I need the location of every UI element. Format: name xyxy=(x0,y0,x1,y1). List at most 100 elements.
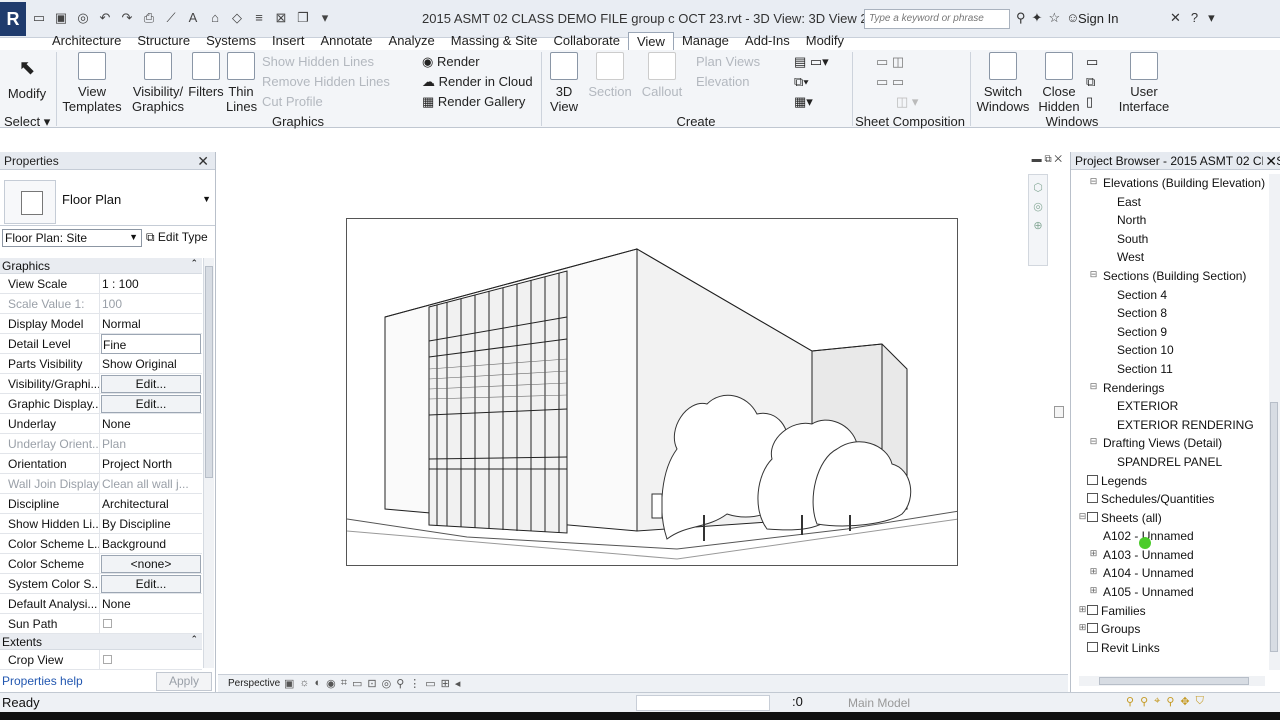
property-value[interactable]: None xyxy=(101,594,201,614)
tab-annotate[interactable]: Annotate xyxy=(312,32,380,50)
subscription-icon[interactable]: ✦ xyxy=(1032,10,1043,26)
view-templates-button[interactable]: View Templates xyxy=(60,52,124,114)
scrollbar-thumb[interactable] xyxy=(1270,402,1278,652)
tab-add-ins[interactable]: Add-Ins xyxy=(737,32,798,50)
temporary-hide-icon[interactable]: ◎ xyxy=(382,677,392,690)
property-value[interactable]: Background xyxy=(101,534,201,554)
tree-node[interactable]: ⊟ Drafting Views (Detail) xyxy=(1071,434,1269,453)
sync-icon[interactable]: ◎ xyxy=(74,10,92,26)
replicate-icon[interactable]: ▯ xyxy=(1086,94,1093,110)
navigation-bar[interactable]: ⬡ ◎ ⊕ xyxy=(1028,174,1048,266)
duplicate-view-icon[interactable]: ⧉▾ xyxy=(794,74,809,90)
property-value[interactable]: Normal xyxy=(101,314,201,334)
tree-node[interactable]: Section 10 xyxy=(1071,341,1269,360)
filter-icon[interactable]: ⛉ xyxy=(1196,695,1204,708)
switch-windows-button[interactable]: Switch Windows xyxy=(974,52,1032,114)
measure-icon[interactable]: ⟋ xyxy=(162,10,180,26)
property-edit-button[interactable]: Edit... xyxy=(101,395,201,413)
graphics-panel-label[interactable]: Graphics xyxy=(56,114,540,129)
tile-icon[interactable]: ▭ xyxy=(1086,54,1098,70)
exchange-icon[interactable]: ✕ xyxy=(1170,10,1181,26)
visual-style-icon[interactable]: ▣ xyxy=(284,677,294,690)
lock-view-icon[interactable]: ⊡ xyxy=(367,677,376,690)
tree-node[interactable]: EXTERIOR xyxy=(1071,397,1269,416)
tree-node[interactable]: Section 4 xyxy=(1071,286,1269,305)
tree-node[interactable]: ⊟ Elevations (Building Elevation) xyxy=(1071,174,1269,193)
tree-node[interactable]: A102 - Unnamed xyxy=(1071,527,1269,546)
open-icon[interactable]: ▭ xyxy=(30,10,48,26)
filters-button[interactable]: Filters xyxy=(186,52,226,99)
zoom-icon[interactable]: ⊕ xyxy=(1029,219,1047,232)
cascade-icon[interactable]: ⧉ xyxy=(1086,74,1095,90)
expand-icon[interactable]: ⊞ xyxy=(1089,586,1098,595)
collapse-icon[interactable]: ⊟ xyxy=(1089,177,1098,186)
collapse-icon[interactable]: ⊟ xyxy=(1089,381,1098,391)
thin-lines-icon[interactable]: ≡ xyxy=(250,10,268,26)
property-edit-button[interactable]: Edit... xyxy=(101,575,201,593)
render-gallery-button[interactable]: ▦ Render Gallery xyxy=(422,94,525,110)
tree-node[interactable]: North xyxy=(1071,211,1269,230)
shadows-icon[interactable]: ◐ xyxy=(315,677,322,690)
close-hidden-icon[interactable]: ⊠ xyxy=(272,10,290,26)
print-icon[interactable]: ⎙ xyxy=(140,10,158,26)
sign-in-button[interactable]: Sign In xyxy=(1078,11,1118,26)
property-value[interactable]: By Discipline xyxy=(101,514,201,534)
tree-node[interactable]: ⊞ A103 - Unnamed xyxy=(1071,546,1269,565)
help-search-input[interactable]: Type a keyword or phrase xyxy=(864,9,1010,29)
tree-node[interactable]: Section 9 xyxy=(1071,323,1269,342)
tab-systems[interactable]: Systems xyxy=(198,32,264,50)
view-window-controls[interactable]: ▬ ⧉ ✕ xyxy=(1032,154,1062,165)
apply-button[interactable]: Apply xyxy=(156,672,212,691)
application-menu-button[interactable]: R xyxy=(0,2,26,36)
constraints-icon[interactable]: ⊞ xyxy=(441,677,450,690)
tree-node[interactable]: Revit Links xyxy=(1071,639,1269,658)
render-in-cloud-button[interactable]: ☁ Render in Cloud xyxy=(422,74,533,90)
collapse-icon[interactable]: ⊟ xyxy=(1089,269,1098,279)
select-panel-dropdown[interactable]: Select ▾ xyxy=(4,114,52,130)
tab-analyze[interactable]: Analyze xyxy=(381,32,443,50)
tree-node[interactable]: Schedules/Quantities xyxy=(1071,490,1269,509)
analytical-model-icon[interactable]: ⋮ xyxy=(409,677,420,690)
thin-lines-button[interactable]: Thin Lines xyxy=(226,52,257,114)
tab-manage[interactable]: Manage xyxy=(674,32,737,50)
collapse-icon[interactable]: ⊟ xyxy=(1078,511,1087,521)
tree-node[interactable]: ⊟ Sections (Building Section) xyxy=(1071,267,1269,286)
workset-select[interactable] xyxy=(636,695,770,711)
tab-insert[interactable]: Insert xyxy=(264,32,313,50)
properties-help-link[interactable]: Properties help xyxy=(2,674,83,688)
tree-node[interactable]: SPANDREL PANEL xyxy=(1071,453,1269,472)
3d-view-crop-region[interactable] xyxy=(346,218,958,566)
render-button[interactable]: ◉ Render xyxy=(422,54,480,70)
remove-hidden-lines-button[interactable]: Remove Hidden Lines xyxy=(262,74,390,89)
help-icon[interactable]: ? xyxy=(1191,10,1198,26)
drawing-scroll-handle[interactable] xyxy=(1054,406,1064,418)
favorites-icon[interactable]: ☆ xyxy=(1048,10,1060,26)
select-links-icon[interactable]: ⚲ xyxy=(1126,695,1134,708)
drawing-area[interactable]: ▬ ⧉ ✕ ⬡ ◎ ⊕ xyxy=(218,152,1068,674)
close-hidden-button[interactable]: Close Hidden xyxy=(1036,52,1082,114)
customize-qat-icon[interactable]: ▾ xyxy=(316,10,334,26)
property-edit-button[interactable]: <none> xyxy=(101,555,201,573)
plan-views-button[interactable]: Plan Views xyxy=(696,54,760,69)
undo-icon[interactable]: ↶ xyxy=(96,10,114,26)
section-icon[interactable]: ◇ xyxy=(228,10,246,26)
text-icon[interactable]: A xyxy=(184,10,202,26)
tree-node[interactable]: South xyxy=(1071,230,1269,249)
property-edit-button[interactable]: Edit... xyxy=(101,375,201,393)
property-value[interactable]: None xyxy=(101,414,201,434)
property-value[interactable]: 1 : 100 xyxy=(101,274,201,294)
tree-node[interactable]: ⊟ Sheets (all) xyxy=(1071,509,1269,528)
help-dropdown-icon[interactable]: ▾ xyxy=(1208,10,1215,26)
tree-node[interactable]: ⊞ A104 - Unnamed xyxy=(1071,564,1269,583)
show-hidden-lines-button[interactable]: Show Hidden Lines xyxy=(262,54,374,69)
switch-windows-icon[interactable]: ❐ xyxy=(294,10,312,26)
tree-node[interactable]: Section 11 xyxy=(1071,360,1269,379)
project-browser-hscrollbar[interactable] xyxy=(1079,676,1265,686)
property-value[interactable]: Fine xyxy=(101,334,201,354)
sun-path-checkbox[interactable] xyxy=(103,619,112,628)
tree-node[interactable]: West xyxy=(1071,248,1269,267)
callout-button[interactable]: Callout xyxy=(638,52,686,99)
expand-icon[interactable]: ⊞ xyxy=(1078,604,1087,614)
property-value[interactable]: Architectural xyxy=(101,494,201,514)
section-button[interactable]: Section xyxy=(586,52,634,99)
